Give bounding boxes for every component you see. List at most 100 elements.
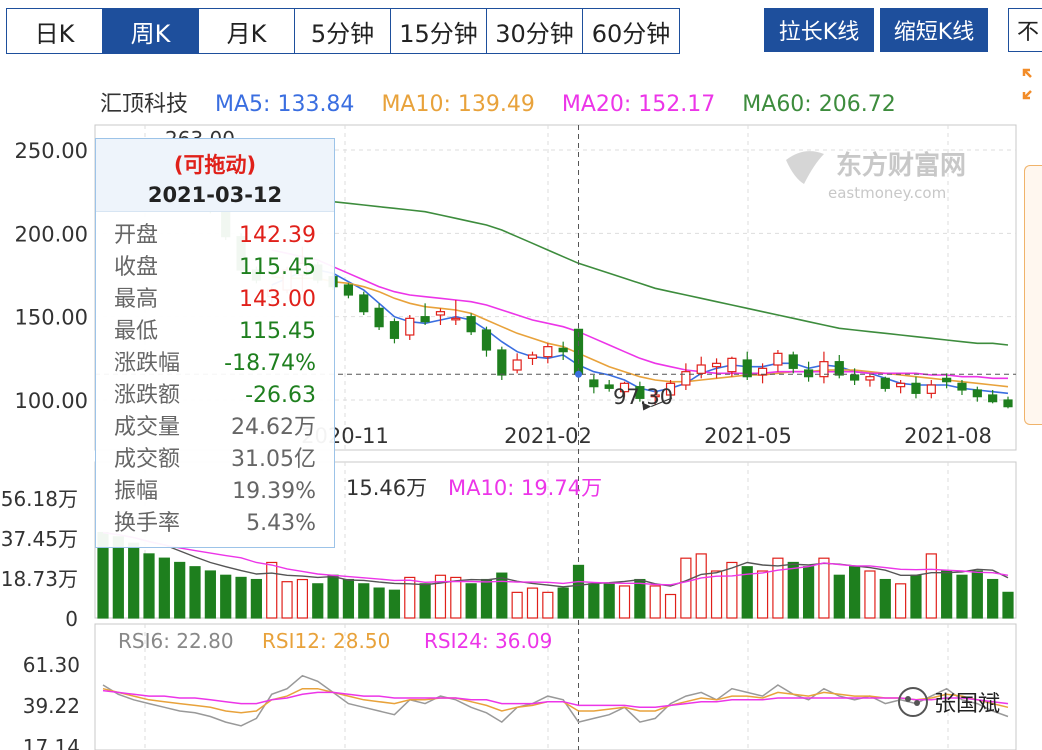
tooltip-label: 成交额 [114, 447, 181, 472]
tooltip-draggable-label: (可拖动) [173, 153, 257, 177]
tooltip-label: 最低 [114, 319, 159, 344]
volume-ytick-label: 37.45万 [1, 527, 78, 551]
volume-bar [849, 566, 861, 619]
tooltip-value: 19.39% [232, 479, 316, 504]
candle-body [512, 359, 522, 371]
candle-body [481, 329, 492, 351]
tooltip-row: 涨跌额 -26.63 [96, 380, 334, 412]
rsi24-label: RSI24: 36.09 [424, 629, 552, 653]
rsi-ytick-label: 17.14 [23, 735, 80, 750]
volume-bar [710, 570, 723, 619]
volume-bar [450, 576, 462, 619]
tooltip-row: 最高 143.00 [96, 284, 334, 316]
candle-body [389, 321, 400, 339]
candle-body [880, 377, 890, 389]
tooltip-label: 换手率 [114, 511, 181, 536]
candle-body [727, 357, 737, 373]
volume-bar [235, 576, 247, 619]
candle-body [911, 382, 921, 394]
volume-bar [143, 553, 155, 619]
candle-body [696, 364, 706, 374]
volume-bar [526, 587, 539, 619]
candle-body [988, 394, 998, 403]
volume-bar [1002, 591, 1014, 619]
rsi-ytick-label: 61.30 [23, 653, 80, 677]
candle-body [497, 349, 507, 376]
candle-body [374, 307, 384, 328]
tooltip-label: 涨跌幅 [114, 351, 181, 376]
volume-bar [419, 583, 431, 619]
tooltip-rows: 开盘 142.39 收盘 115.45 最高 143.00 最低 115.45 涨跌幅 -18.7… [96, 212, 334, 540]
tooltip-row: 开盘 142.39 [96, 220, 334, 252]
volume-bar [618, 585, 631, 619]
candle-body [589, 379, 599, 388]
ohlc-tooltip[interactable]: (可拖动) 2021-03-12 开盘 142.39 收盘 115.45 最高 143.0… [95, 138, 335, 548]
volume-bar [158, 557, 170, 619]
crosshair-point [575, 370, 583, 378]
candle-body [681, 371, 691, 386]
volume-bar [910, 574, 922, 619]
volume-bar [879, 578, 891, 619]
candle-body [527, 354, 538, 359]
kline-ytick-label: 200.00 [15, 222, 88, 246]
kline-ytick-label: 150.00 [15, 306, 88, 330]
volume-ma10-label: MA10: 19.74万 [448, 476, 602, 500]
candle-body [865, 376, 875, 381]
candle-body [788, 354, 798, 369]
tooltip-row: 振幅 19.39% [96, 476, 334, 508]
candle-body [711, 362, 722, 368]
volume-bar [634, 578, 646, 619]
kline-ytick-label: 100.00 [15, 389, 88, 413]
volume-bar [358, 583, 370, 619]
volume-bar [388, 589, 401, 619]
ma-line-ma10 [271, 275, 1009, 388]
expand-icon[interactable] [1022, 68, 1040, 100]
candle-body [957, 382, 967, 391]
candle-body [405, 317, 415, 336]
volume-label: 15.46万 [346, 476, 427, 500]
volume-bar [572, 564, 585, 619]
brand-watermark-cn: 东方财富网 [836, 150, 966, 181]
tooltip-value: 142.39 [239, 223, 316, 248]
volume-bar [312, 583, 324, 619]
tooltip-value: -18.74% [224, 351, 316, 376]
volume-bar [695, 553, 707, 619]
volume-bar [726, 561, 738, 619]
tooltip-row: 涨跌幅 -18.74% [96, 348, 334, 380]
candle-body [942, 377, 952, 383]
tooltip-date: 2021-03-12 [147, 183, 283, 207]
volume-bar [542, 591, 554, 619]
volume-bar [603, 583, 615, 619]
volume-bar [496, 572, 508, 619]
kline-xtick-label: 2021-08 [904, 424, 992, 448]
rsi12-label: RSI12: 28.50 [262, 629, 390, 653]
volume-bar [342, 578, 355, 619]
side-widget[interactable] [1024, 165, 1042, 425]
volume-ytick-label: 56.18万 [1, 487, 78, 511]
volume-bar [664, 593, 677, 619]
volume-bar [296, 578, 309, 619]
volume-bar [772, 557, 784, 619]
tooltip-value: 115.45 [239, 255, 316, 280]
kline-xtick-label: 2021-05 [704, 424, 792, 448]
tooltip-label: 成交量 [114, 415, 181, 440]
wechat-icon [898, 687, 928, 717]
candle-body [558, 347, 568, 353]
volume-bar [941, 570, 953, 619]
candle-body [359, 294, 369, 313]
candle-body [972, 389, 982, 398]
candle-body [803, 369, 814, 378]
tooltip-label: 涨跌额 [114, 383, 181, 408]
volume-bar [465, 583, 477, 619]
tooltip-value: 5.43% [246, 511, 316, 536]
tooltip-label: 振幅 [114, 479, 159, 504]
candle-body [896, 382, 906, 388]
tooltip-row: 换手率 5.43% [96, 508, 334, 540]
volume-bar [971, 570, 983, 619]
volume-bar [787, 561, 799, 619]
volume-bar [480, 578, 493, 619]
candle-body [604, 384, 614, 389]
volume-bar [956, 574, 968, 619]
tooltip-value: 31.05亿 [231, 447, 316, 472]
volume-bar [864, 570, 876, 619]
